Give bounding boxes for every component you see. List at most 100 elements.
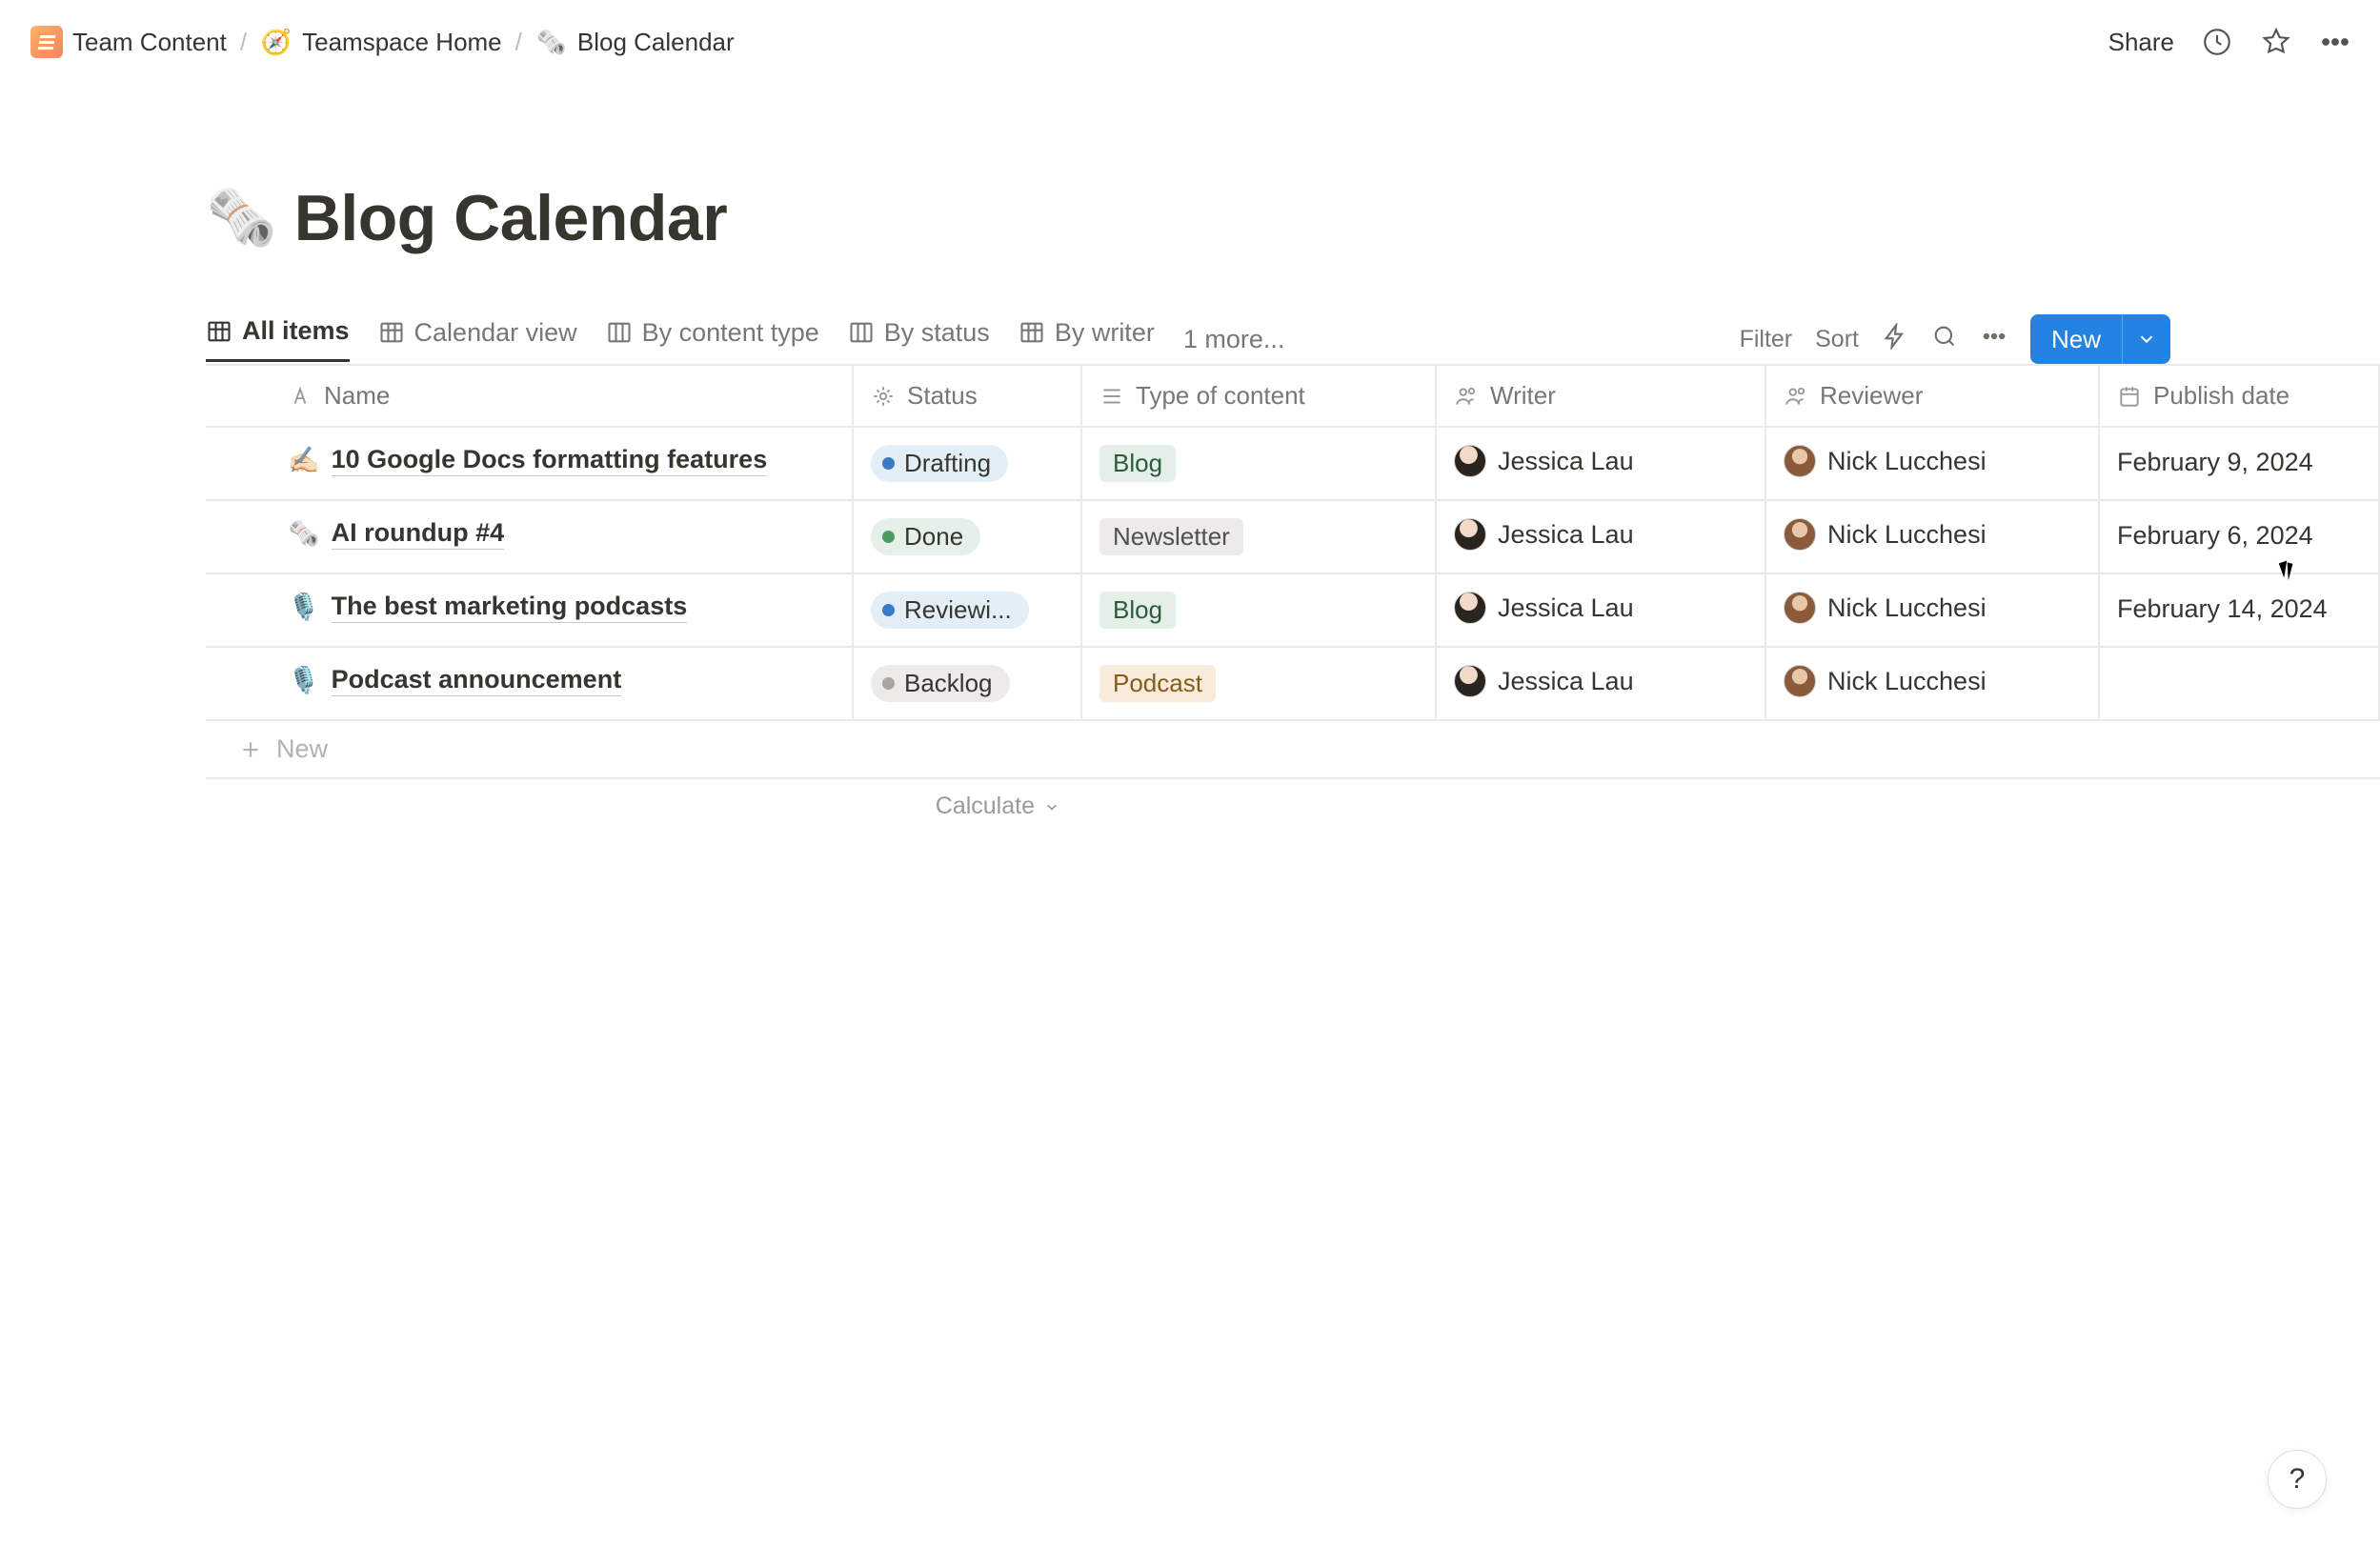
topbar: Team Content / 🧭 Teamspace Home / 🗞️ Blo…: [0, 0, 2380, 67]
more-icon[interactable]: [2319, 26, 2351, 58]
person-chip: Nick Lucchesi: [1784, 592, 1987, 624]
cell-status[interactable]: Done: [854, 501, 1082, 573]
table-row[interactable]: 🗞️ AI roundup #4 Done Newsletter Jessica…: [206, 499, 2380, 573]
cell-type[interactable]: Podcast: [1082, 648, 1437, 719]
cell-type[interactable]: Blog: [1082, 428, 1437, 499]
person-name: Jessica Lau: [1498, 447, 1634, 476]
person-prop-icon: [1784, 384, 1808, 409]
cell-publish-date[interactable]: February 9, 2024: [2100, 428, 2380, 499]
table-row[interactable]: 🎙️ Podcast announcement Backlog Podcast …: [206, 646, 2380, 721]
tab-calendar-view[interactable]: Calendar view: [378, 318, 577, 361]
row-title[interactable]: AI roundup #4: [332, 518, 505, 550]
col-reviewer[interactable]: Reviewer: [1766, 366, 2100, 426]
col-publish-date[interactable]: Publish date: [2100, 366, 2380, 426]
search-icon[interactable]: [1931, 323, 1958, 356]
row-title[interactable]: 10 Google Docs formatting features: [332, 445, 768, 476]
breadcrumb-item-1[interactable]: 🧭 Teamspace Home: [256, 22, 506, 62]
cell-name[interactable]: 🗞️ AI roundup #4: [206, 501, 854, 573]
new-button[interactable]: New: [2030, 314, 2170, 364]
add-row-button[interactable]: New: [206, 721, 2380, 779]
tab-label: All items: [242, 316, 350, 346]
calculate-label: Calculate: [936, 793, 1035, 820]
cell-type[interactable]: Newsletter: [1082, 501, 1437, 573]
breadcrumb-item-0[interactable]: Team Content: [27, 22, 231, 62]
cell-writer[interactable]: Jessica Lau: [1437, 574, 1766, 646]
col-type[interactable]: Type of content: [1082, 366, 1437, 426]
table-row[interactable]: ✍🏻 10 Google Docs formatting features Dr…: [206, 426, 2380, 499]
cell-status[interactable]: Reviewi...: [854, 574, 1082, 646]
new-button-chevron[interactable]: [2122, 314, 2170, 364]
cell-publish-date[interactable]: [2100, 648, 2380, 719]
cell-reviewer[interactable]: Nick Lucchesi: [1766, 648, 2100, 719]
person-chip: Nick Lucchesi: [1784, 665, 1987, 697]
col-status[interactable]: Status: [854, 366, 1082, 426]
bolt-icon[interactable]: [1882, 323, 1908, 356]
cell-status[interactable]: Backlog: [854, 648, 1082, 719]
filter-button[interactable]: Filter: [1740, 326, 1793, 353]
help-button[interactable]: ?: [2268, 1450, 2327, 1509]
status-pill: Reviewi...: [871, 592, 1029, 629]
row-title[interactable]: Podcast announcement: [332, 665, 622, 696]
breadcrumb-label: Teamspace Home: [302, 28, 502, 57]
status-label: Done: [904, 522, 963, 552]
calculate-button[interactable]: Calculate: [854, 779, 1082, 820]
col-writer[interactable]: Writer: [1437, 366, 1766, 426]
page-heading[interactable]: Blog Calendar: [294, 181, 727, 255]
cell-name[interactable]: 🎙️ The best marketing podcasts: [206, 574, 854, 646]
tab-all-items[interactable]: All items: [206, 316, 350, 362]
type-tag: Newsletter: [1099, 518, 1243, 555]
col-label: Name: [324, 381, 390, 411]
cell-publish-date[interactable]: February 14, 2024: [2100, 574, 2380, 646]
share-button[interactable]: Share: [2108, 28, 2174, 57]
cell-writer[interactable]: Jessica Lau: [1437, 428, 1766, 499]
tab-by-status[interactable]: By status: [848, 318, 990, 361]
tab-by-content-type[interactable]: By content type: [606, 318, 819, 361]
status-dot-icon: [882, 677, 895, 690]
newspaper-icon: 🗞️: [535, 26, 568, 58]
chevron-down-icon: [2136, 329, 2157, 350]
breadcrumb-item-2[interactable]: 🗞️ Blog Calendar: [532, 22, 738, 62]
cell-reviewer[interactable]: Nick Lucchesi: [1766, 501, 2100, 573]
table-row[interactable]: 🎙️ The best marketing podcasts Reviewi..…: [206, 573, 2380, 646]
avatar-icon: [1784, 518, 1816, 551]
cell-publish-date[interactable]: February 6, 2024: [2100, 501, 2380, 573]
col-label: Writer: [1490, 381, 1556, 411]
cell-reviewer[interactable]: Nick Lucchesi: [1766, 574, 2100, 646]
person-name: Jessica Lau: [1498, 667, 1634, 696]
database-table: Name Status Type of content Writer Revie…: [206, 364, 2380, 820]
page-emoji[interactable]: 🗞️: [206, 190, 277, 247]
cell-reviewer[interactable]: Nick Lucchesi: [1766, 428, 2100, 499]
status-pill: Drafting: [871, 445, 1008, 482]
tabs-more[interactable]: 1 more...: [1183, 325, 1285, 354]
star-icon[interactable]: [2260, 26, 2292, 58]
cell-type[interactable]: Blog: [1082, 574, 1437, 646]
avatar-icon: [1784, 665, 1816, 697]
cell-writer[interactable]: Jessica Lau: [1437, 648, 1766, 719]
tab-label: Calendar view: [414, 318, 577, 348]
row-title[interactable]: The best marketing podcasts: [332, 592, 688, 623]
type-tag: Blog: [1099, 445, 1176, 482]
cell-status[interactable]: Drafting: [854, 428, 1082, 499]
type-tag: Podcast: [1099, 665, 1216, 702]
status-dot-icon: [882, 457, 895, 470]
more-icon[interactable]: [1981, 323, 2007, 356]
person-chip: Nick Lucchesi: [1784, 518, 1987, 551]
board-icon: [848, 319, 875, 346]
person-chip: Jessica Lau: [1454, 518, 1634, 551]
title-prop-icon: [288, 384, 313, 409]
cell-name[interactable]: ✍🏻 10 Google Docs formatting features: [206, 428, 854, 499]
row-emoji: 🎙️: [288, 592, 320, 622]
tab-by-writer[interactable]: By writer: [1019, 318, 1155, 361]
cell-writer[interactable]: Jessica Lau: [1437, 501, 1766, 573]
topbar-actions: Share: [2108, 26, 2351, 58]
table-icon: [378, 319, 405, 346]
status-prop-icon: [871, 384, 896, 409]
new-button-label: New: [2030, 325, 2122, 354]
person-name: Nick Lucchesi: [1827, 447, 1987, 476]
tab-label: By writer: [1055, 318, 1155, 348]
clock-icon[interactable]: [2201, 26, 2233, 58]
cell-name[interactable]: 🎙️ Podcast announcement: [206, 648, 854, 719]
breadcrumb-label: Blog Calendar: [577, 28, 735, 57]
sort-button[interactable]: Sort: [1815, 326, 1859, 353]
col-name[interactable]: Name: [206, 366, 854, 426]
